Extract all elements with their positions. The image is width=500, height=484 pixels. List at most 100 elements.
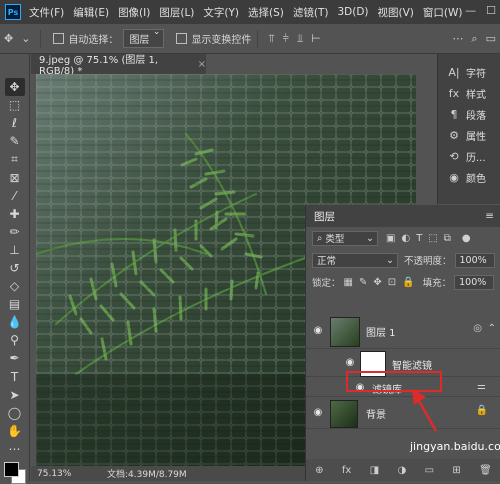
menu-select[interactable]: 选择(S) — [248, 5, 284, 20]
path-select-tool-icon[interactable]: ➤ — [5, 386, 25, 404]
layers-panel-title[interactable]: 图层 — [314, 209, 335, 224]
panel-label: 字符 — [466, 69, 486, 80]
clone-stamp-tool-icon[interactable]: ⊥ — [5, 241, 25, 259]
menu-view[interactable]: 视图(V) — [378, 5, 414, 20]
color-panel-button[interactable]: ◉ 颜色 — [438, 167, 500, 188]
hand-tool-icon[interactable]: ✋ — [5, 422, 25, 440]
align-left-icon[interactable]: ⊢ — [311, 32, 321, 45]
menu-type[interactable]: 文字(Y) — [203, 5, 239, 20]
foreground-color[interactable] — [3, 461, 19, 477]
minimize-icon[interactable]: — — [465, 4, 476, 17]
opacity-field[interactable]: 100% — [454, 252, 495, 268]
lock-transparent-icon[interactable]: ▦ — [344, 277, 353, 288]
more-icon[interactable]: ⋯ — [452, 32, 463, 45]
lock-artboard-icon[interactable]: ⊡ — [388, 277, 396, 288]
fill-value: 100% — [459, 276, 487, 288]
adjustment-layer-icon[interactable]: ◑ — [398, 465, 407, 476]
history-brush-tool-icon[interactable]: ↺ — [5, 259, 25, 277]
opacity-value: 100% — [459, 254, 487, 266]
lock-image-icon[interactable]: ✎ — [359, 277, 367, 288]
show-transform-checkbox[interactable] — [176, 33, 188, 44]
menu-layer[interactable]: 图层(L) — [159, 5, 194, 20]
auto-select-dropdown[interactable]: 图层 — [123, 27, 165, 48]
add-mask-icon[interactable]: ◨ — [370, 465, 379, 476]
new-group-icon[interactable]: ▭ — [425, 465, 434, 476]
blur-tool-icon[interactable]: 💧 — [5, 313, 25, 331]
panel-menu-icon[interactable]: ≡ — [485, 210, 494, 222]
close-icon[interactable]: × — [198, 59, 206, 70]
type-filter-icon[interactable]: T — [416, 233, 422, 244]
quick-select-tool-icon[interactable]: ✎ — [5, 132, 25, 150]
eraser-tool-icon[interactable]: ◇ — [5, 277, 25, 295]
fill-field[interactable]: 100% — [454, 274, 495, 290]
shape-tool-icon[interactable]: ◯ — [5, 404, 25, 422]
shape-filter-icon[interactable]: ⬚ — [428, 233, 437, 244]
lock-position-icon[interactable]: ✥ — [373, 277, 381, 288]
gradient-tool-icon[interactable]: ▤ — [5, 295, 25, 313]
workspace-icon[interactable]: ▭ — [486, 32, 496, 45]
eyedropper-tool-icon[interactable]: ⁄ — [5, 187, 25, 205]
frame-tool-icon[interactable]: ⊠ — [5, 168, 25, 186]
align-bottom-icon[interactable]: ⫫ — [297, 32, 303, 46]
fx-icon[interactable]: fx — [342, 465, 351, 476]
lock-label: 锁定： — [312, 278, 341, 289]
history-panel-button[interactable]: ⟲ 历... — [438, 146, 500, 167]
styles-panel-button[interactable]: fx 样式 — [438, 83, 500, 104]
align-top-icon[interactable]: ⫪ — [268, 32, 274, 46]
brush-tool-icon[interactable]: ✏ — [5, 223, 25, 241]
lock-all-icon[interactable]: 🔒 — [402, 277, 414, 288]
visibility-eye-icon[interactable]: ◉ — [312, 325, 324, 336]
filter-options-icon[interactable]: ⚌ — [477, 381, 486, 392]
crop-tool-icon[interactable]: ⌗ — [5, 150, 25, 168]
chevron-down-icon[interactable]: ⌄ — [21, 32, 30, 45]
layer-name[interactable]: 背景 — [366, 406, 386, 421]
layer-row[interactable]: ◉ 图层 1 ◎ ⌃ — [306, 313, 500, 349]
collapse-arrow-icon[interactable]: ⌃ — [488, 323, 496, 334]
lasso-tool-icon[interactable]: ℓ — [5, 114, 25, 132]
type-tool-icon[interactable]: T — [5, 368, 25, 386]
visibility-eye-icon[interactable]: ◉ — [344, 357, 356, 368]
delete-layer-icon[interactable]: 🗑 — [479, 465, 492, 476]
adjustment-filter-icon[interactable]: ◐ — [401, 233, 410, 244]
link-layers-icon[interactable]: ⊕ — [315, 465, 323, 476]
panel-label: 历... — [466, 153, 486, 164]
lock-row: 锁定： ▦ ✎ ✥ ⊡ 🔒 填充： 100% — [306, 271, 500, 293]
character-panel-button[interactable]: A| 字符 — [438, 62, 500, 83]
menu-filter[interactable]: 滤镜(T) — [293, 5, 329, 20]
move-tool-icon[interactable]: ✥ — [4, 32, 13, 45]
healing-tool-icon[interactable]: ✚ — [5, 205, 25, 223]
search-icon[interactable]: ⌕ — [471, 32, 477, 46]
filter-kind-dropdown[interactable]: ⌕ 类型 ⌄ — [312, 230, 378, 246]
menu-file[interactable]: 文件(F) — [29, 5, 64, 20]
menu-3d[interactable]: 3D(D) — [337, 6, 368, 18]
blend-mode-dropdown[interactable]: 正常 ⌄ — [312, 252, 398, 268]
visibility-eye-icon[interactable]: ◉ — [312, 407, 324, 418]
background-layer-row[interactable]: ◉ 背景 🔒 — [306, 397, 500, 429]
color-swatches[interactable] — [3, 461, 26, 484]
maximize-icon[interactable]: ☐ — [486, 4, 496, 17]
filter-toggle-icon[interactable]: ● — [462, 233, 471, 244]
smart-object-filter-icon[interactable]: ⧉ — [444, 233, 451, 244]
more-tools-icon[interactable]: ⋯ — [5, 440, 25, 458]
menu-image[interactable]: 图像(I) — [118, 5, 150, 20]
dodge-tool-icon[interactable]: ⚲ — [5, 331, 25, 349]
filter-row: ⌕ 类型 ⌄ ▣ ◐ T ⬚ ⧉ ● — [306, 227, 500, 249]
align-middle-icon[interactable]: ⫩ — [283, 32, 289, 46]
show-transform-label: 显示变换控件 — [191, 35, 252, 46]
panel-label: 段落 — [466, 111, 486, 122]
menu-window[interactable]: 窗口(W) — [423, 5, 463, 20]
move-tool-icon[interactable]: ✥ — [4, 78, 25, 97]
zoom-level[interactable]: 75.13% — [37, 469, 95, 479]
menu-edit[interactable]: 编辑(E) — [73, 5, 109, 20]
properties-icon: ⚙ — [449, 129, 459, 142]
pixel-filter-icon[interactable]: ▣ — [386, 233, 395, 244]
auto-select-checkbox[interactable] — [53, 33, 65, 44]
paragraph-panel-button[interactable]: ¶ 段落 — [438, 104, 500, 125]
pen-tool-icon[interactable]: ✒ — [5, 349, 25, 367]
properties-panel-button[interactable]: ⚙ 属性 — [438, 125, 500, 146]
new-layer-icon[interactable]: ⊞ — [452, 465, 460, 476]
layer-name[interactable]: 图层 1 — [366, 324, 396, 339]
marquee-tool-icon[interactable]: ⬚ — [5, 96, 25, 114]
filter-kind-value: 类型 — [325, 234, 345, 245]
document-tab[interactable]: 9.jpeg @ 75.1% (图层 1, RGB/8) * × — [31, 54, 206, 77]
